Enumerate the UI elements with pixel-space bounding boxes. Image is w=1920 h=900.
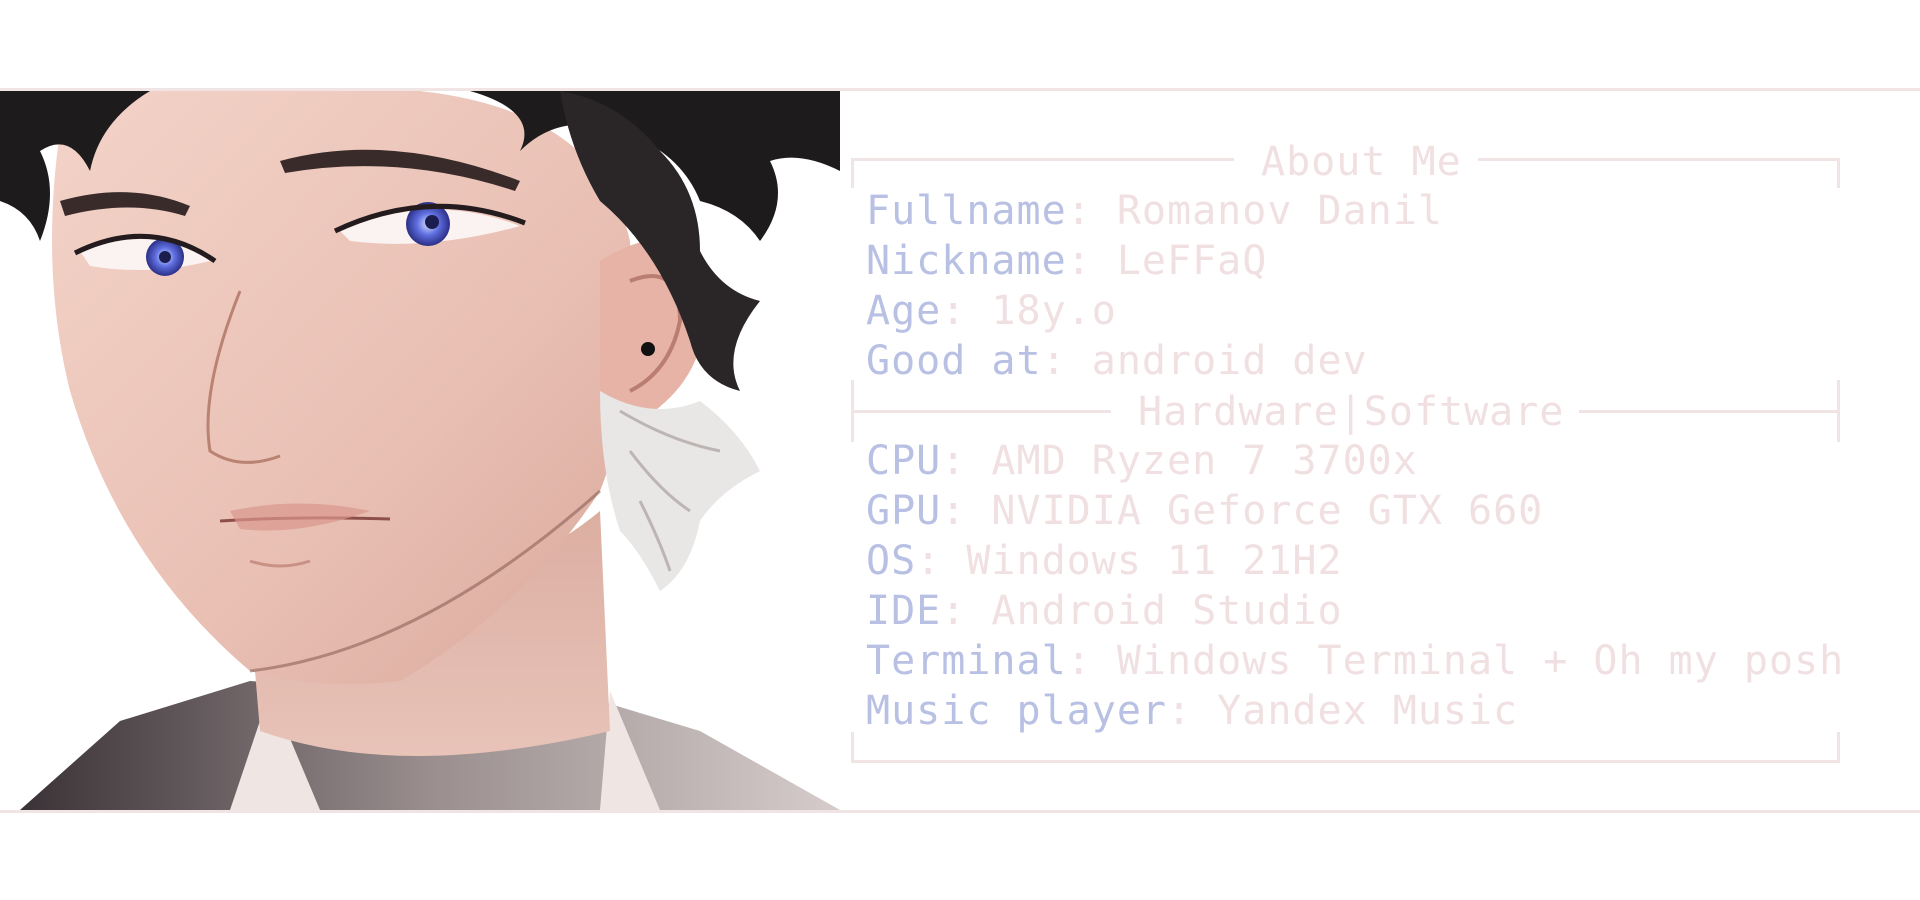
row-separator: : <box>941 588 992 634</box>
row-value: AMD Ryzen 7 3700x <box>991 438 1418 484</box>
row-key: IDE <box>866 588 942 634</box>
row-separator: : <box>1066 188 1117 234</box>
row-key: Fullname <box>866 188 1067 234</box>
row-value: Romanov Danil <box>1116 188 1443 234</box>
row-key: CPU <box>866 438 942 484</box>
row-key: Nickname <box>866 238 1067 284</box>
about-me-age-row: Age: 18y.o <box>866 286 1443 336</box>
hardware-cpu-row: CPU: AMD Ryzen 7 3700x <box>866 436 1844 486</box>
row-separator: : <box>941 488 992 534</box>
hardware-software-title: Hardware|Software <box>1138 389 1565 435</box>
profile-banner: About Me Hardware|Software Fullname: Rom… <box>0 0 1920 900</box>
row-key: Terminal <box>866 638 1067 684</box>
software-terminal-row: Terminal: Windows Terminal + Oh my posh <box>866 636 1844 686</box>
frame-bottom-left-tick <box>851 732 854 763</box>
about-me-good-at-row: Good at: android dev <box>866 336 1443 386</box>
row-value: Yandex Music <box>1217 688 1519 734</box>
about-me-fullname-row: Fullname: Romanov Danil <box>866 186 1443 236</box>
row-value: Android Studio <box>991 588 1343 634</box>
software-ide-row: IDE: Android Studio <box>866 586 1844 636</box>
row-separator: : <box>941 288 992 334</box>
row-separator: : <box>1066 238 1117 284</box>
row-value: LeFFaQ <box>1116 238 1268 284</box>
frame-middle-left-tick <box>851 380 854 442</box>
hardware-software-list: CPU: AMD Ryzen 7 3700x GPU: NVIDIA Gefor… <box>866 436 1844 736</box>
about-me-list: Fullname: Romanov Danil Nickname: LeFFaQ… <box>866 186 1443 386</box>
row-separator: : <box>1041 338 1092 384</box>
row-separator: : <box>916 538 967 584</box>
frame-middle-right-tick <box>1837 380 1840 442</box>
bottom-divider <box>0 810 1920 813</box>
row-value: android dev <box>1091 338 1368 384</box>
frame-bottom-line <box>851 760 1840 763</box>
row-key: OS <box>866 538 917 584</box>
row-key: Age <box>866 288 942 334</box>
hardware-gpu-row: GPU: NVIDIA Geforce GTX 660 <box>866 486 1844 536</box>
software-os-row: OS: Windows 11 21H2 <box>866 536 1844 586</box>
row-key: Music player <box>866 688 1167 734</box>
about-me-nickname-row: Nickname: LeFFaQ <box>866 236 1443 286</box>
row-key: Good at <box>866 338 1042 384</box>
row-separator: : <box>1066 638 1117 684</box>
frame-bottom-right-tick <box>1837 732 1840 763</box>
row-value: 18y.o <box>991 288 1117 334</box>
frame-top-right-line <box>1478 158 1840 161</box>
frame-top-right-tick <box>1837 158 1840 188</box>
row-value: Windows 11 21H2 <box>966 538 1343 584</box>
row-separator: : <box>1166 688 1218 734</box>
frame-middle-right-line <box>1579 410 1840 413</box>
frame-middle-left-line <box>851 410 1111 413</box>
row-value: Windows Terminal + Oh my posh <box>1116 638 1845 684</box>
row-key: GPU <box>866 488 942 534</box>
row-value: NVIDIA Geforce GTX 660 <box>991 488 1544 534</box>
software-music-player-row: Music player: Yandex Music <box>866 686 1844 736</box>
about-me-title: About Me <box>1261 139 1462 185</box>
frame-top-left-tick <box>851 158 854 188</box>
anime-portrait-illustration <box>0 91 840 810</box>
frame-top-left-line <box>851 158 1234 161</box>
row-separator: : <box>941 438 992 484</box>
